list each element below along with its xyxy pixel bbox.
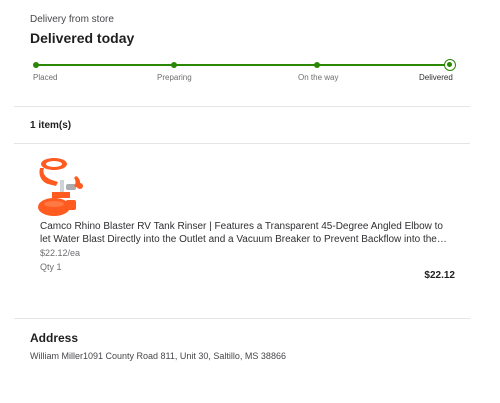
progress-step-dot-preparing (171, 62, 177, 68)
step-label-preparing: Preparing (157, 73, 192, 82)
product-line-total: $22.12 (424, 270, 455, 281)
step-label-placed: Placed (33, 73, 58, 82)
progress-step-dot-on-the-way (314, 62, 320, 68)
delivery-address-text: William Miller1091 County Road 811, Unit… (30, 351, 286, 361)
items-count-heading: 1 item(s) (30, 120, 72, 131)
delivery-type-label: Delivery from store (30, 14, 114, 25)
progress-step-dot-delivered-current (444, 59, 456, 71)
order-details-page: Delivery from store Delivered today Plac… (0, 0, 500, 403)
section-divider (14, 143, 470, 144)
step-label-on-the-way: On the way (298, 73, 339, 82)
delivery-progress-tracker (33, 59, 456, 71)
product-name-link[interactable]: Camco Rhino Blaster RV Tank Rinser | Fea… (40, 220, 450, 246)
delivery-status-title: Delivered today (30, 30, 135, 46)
progress-step-dot-placed (33, 62, 39, 68)
progress-track-line (34, 64, 451, 66)
product-quantity: Qty 1 (40, 262, 62, 272)
product-unit-price: $22.12/ea (40, 248, 81, 258)
section-divider (14, 106, 470, 107)
step-label-delivered: Delivered (419, 73, 453, 82)
address-heading: Address (30, 331, 79, 345)
rv-tank-rinser-product-image[interactable] (36, 156, 88, 216)
section-divider (14, 318, 470, 319)
